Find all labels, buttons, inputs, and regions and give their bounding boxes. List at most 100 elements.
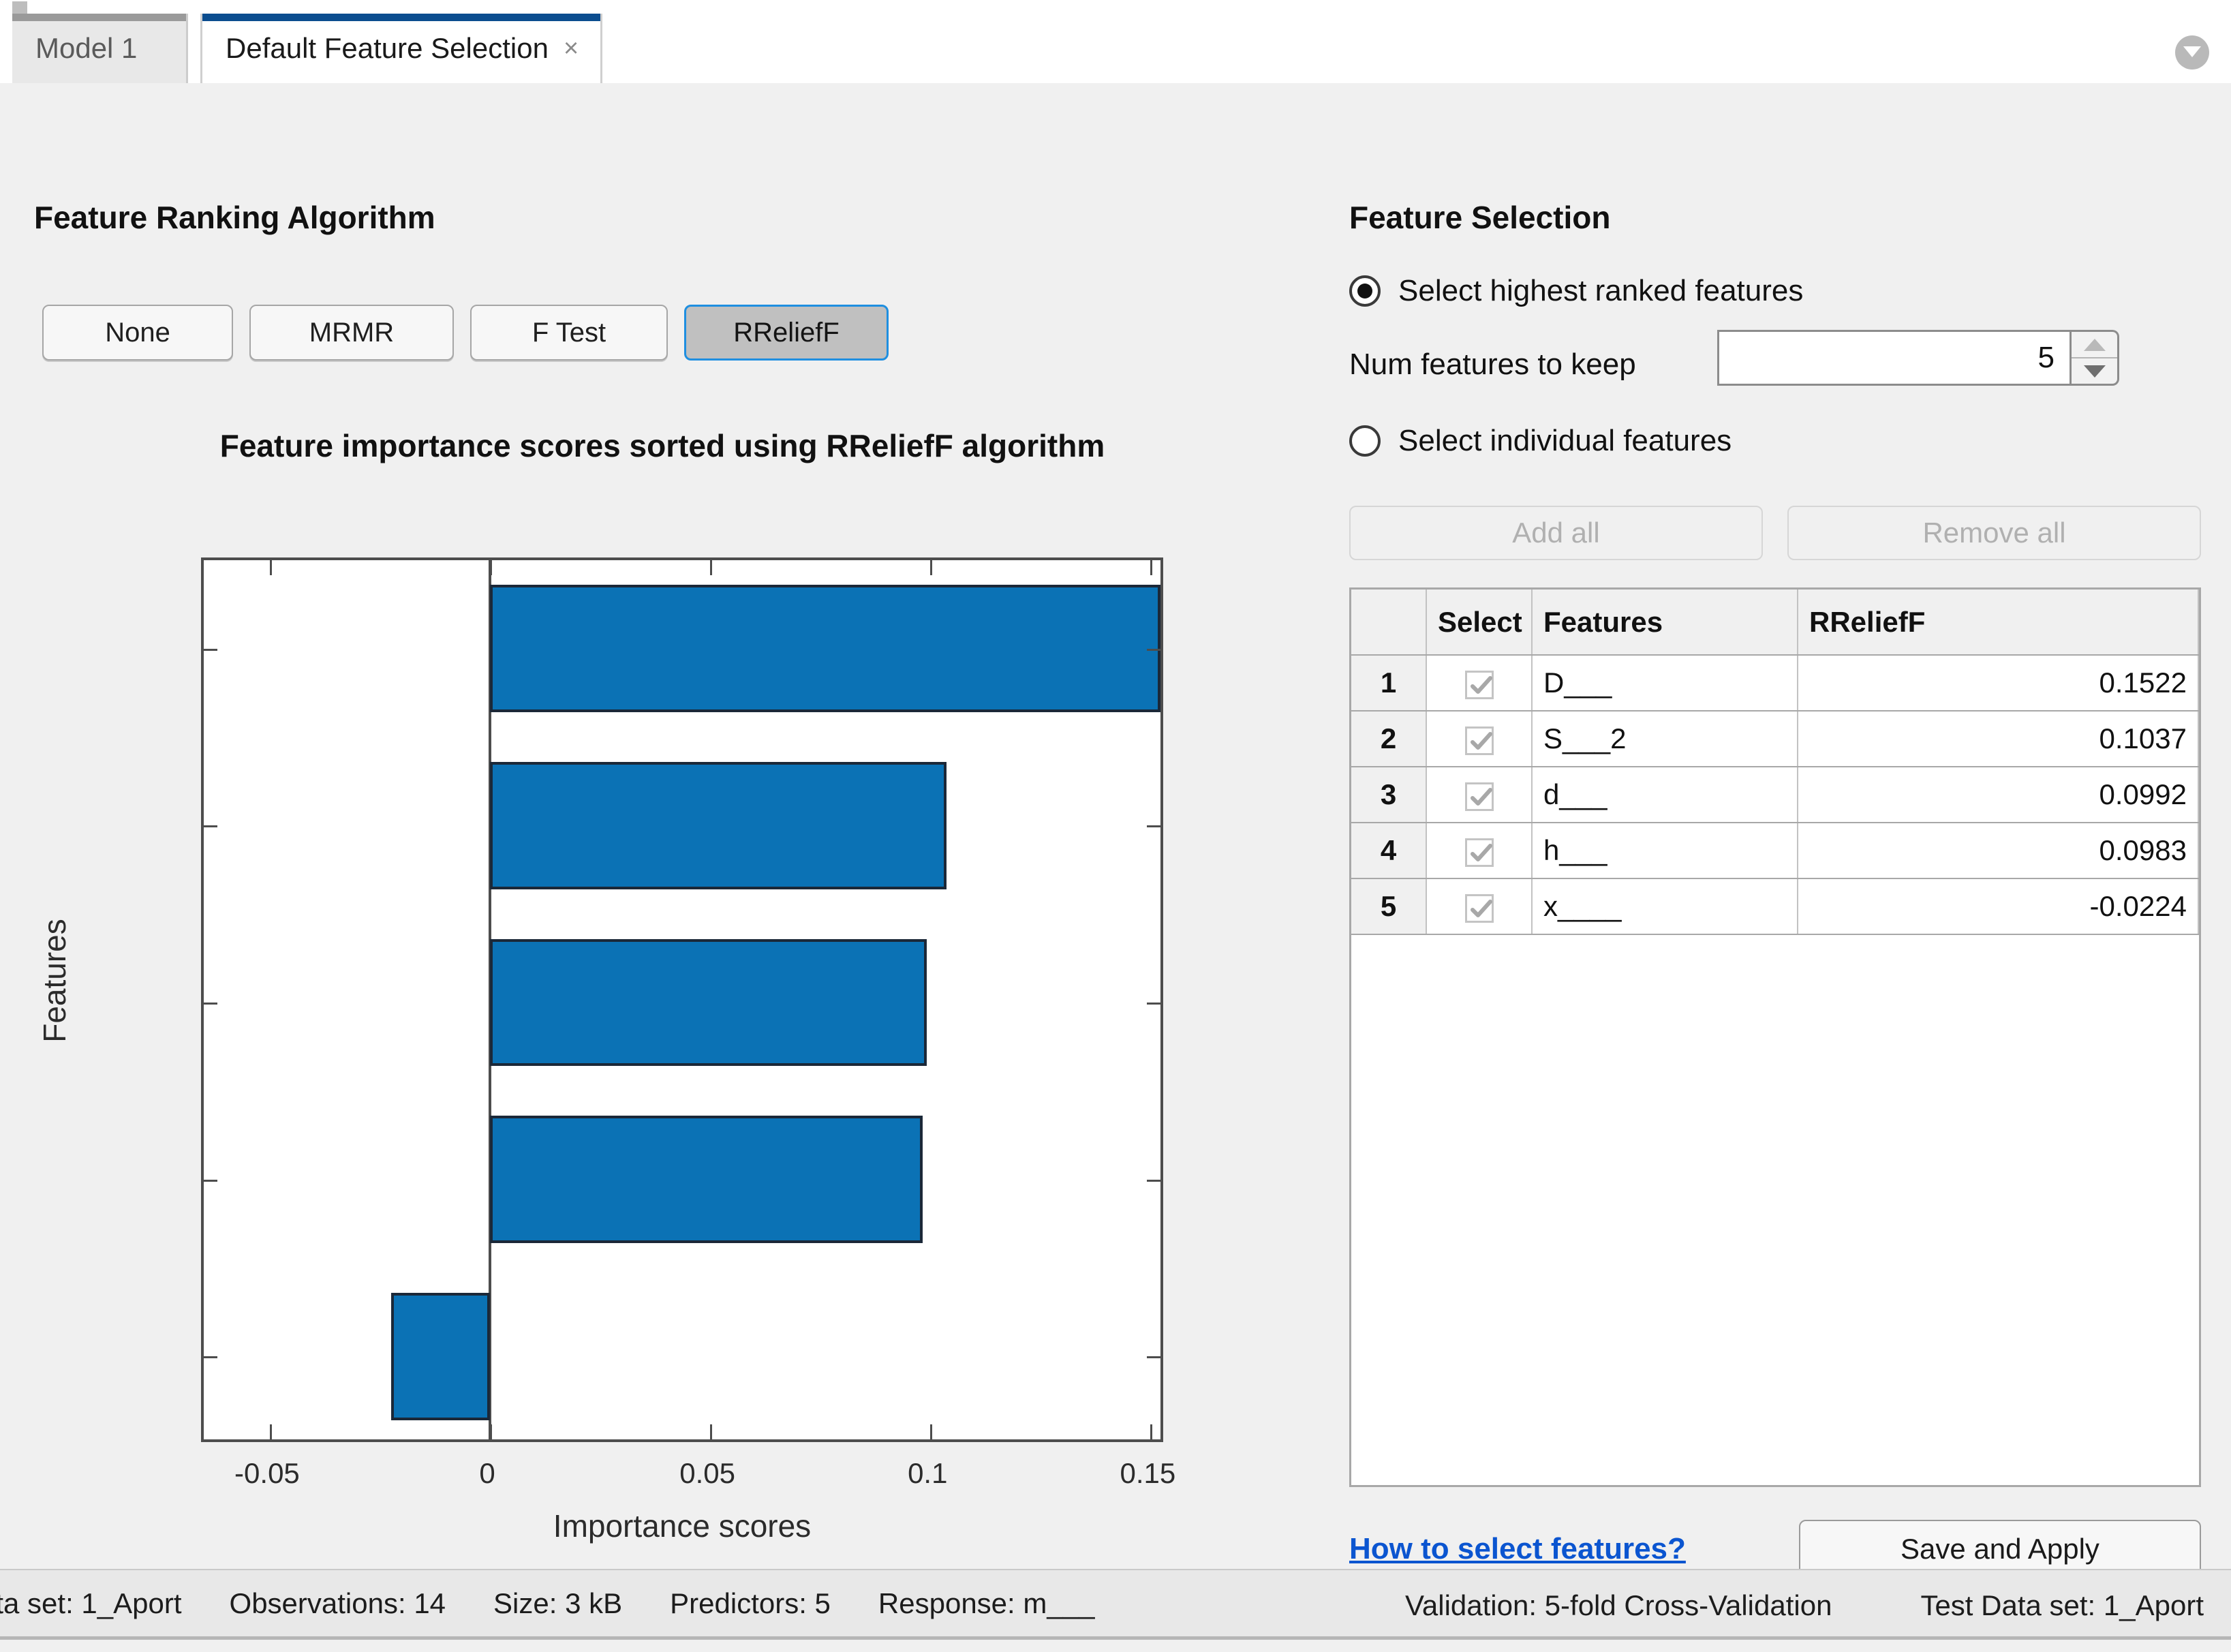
feature-selection-window: Model 1 Default Feature Selection × Feat…	[0, 0, 2231, 1652]
chart-bar	[490, 939, 927, 1067]
chart-title: Feature importance scores sorted using R…	[158, 427, 1167, 464]
radio-button-selected-icon	[1349, 275, 1381, 307]
add-remove-button-row: Add all Remove all	[1349, 506, 2201, 560]
row-checkbox[interactable]	[1465, 894, 1494, 923]
chart-x-tick	[490, 1424, 492, 1439]
feature-selection-heading: Feature Selection	[1349, 199, 1610, 236]
table-header-index	[1351, 590, 1426, 655]
tab-default-feature-selection-label: Default Feature Selection	[226, 34, 549, 63]
tab-bar-nub	[12, 1, 27, 14]
chart-x-tick-top	[710, 560, 712, 575]
table-row[interactable]: 2S___20.1037	[1351, 711, 2198, 767]
chart-y-tick	[1147, 1003, 1160, 1005]
row-feature-name: h___	[1532, 823, 1798, 878]
status-bar-right-group: Validation: 5-fold Cross-Validation Test …	[1317, 1570, 2204, 1640]
table-row[interactable]: 1 D___0.1522	[1351, 655, 2198, 711]
chart-x-tick	[930, 1424, 932, 1439]
table-header-score: RReliefF	[1798, 590, 2198, 655]
radio-select-highest-ranked-label: Select highest ranked features	[1398, 274, 1803, 308]
row-score: 0.0983	[1798, 823, 2198, 878]
row-score: 0.1522	[1798, 655, 2198, 711]
status-item: Test Data set: 1_Aport	[1920, 1589, 2204, 1622]
chart-x-tick-top	[930, 560, 932, 575]
stepper-buttons	[2072, 330, 2119, 386]
remove-all-button[interactable]: Remove all	[1787, 506, 2201, 560]
chart-bar	[490, 1116, 923, 1243]
status-item: Predictors: 5	[670, 1587, 831, 1620]
chart-y-tick	[204, 649, 217, 651]
chart-x-axis-label: Importance scores	[201, 1508, 1163, 1544]
chart-y-tick	[204, 1003, 217, 1005]
status-item: Size: 3 kB	[493, 1587, 622, 1620]
status-bar-left-group: ata set: 1_Aport Observations: 14 Size: 3 …	[0, 1587, 1142, 1620]
stepper-increment-button[interactable]	[2072, 332, 2117, 358]
add-all-button[interactable]: Add all	[1349, 506, 1763, 560]
row-select-cell[interactable]	[1426, 655, 1532, 711]
chart-x-tick-label: -0.05	[234, 1457, 300, 1490]
tab-model-1[interactable]: Model 1	[12, 14, 188, 83]
chart-x-tick	[1150, 1424, 1152, 1439]
row-select-cell[interactable]	[1426, 823, 1532, 878]
chart-x-tick-top	[490, 560, 492, 575]
table-empty-area	[1351, 934, 2198, 990]
table-row[interactable]: 4 h___0.0983	[1351, 823, 2198, 878]
table-header-row: Select Features RReliefF	[1351, 590, 2198, 655]
status-item: Response: m___	[878, 1587, 1095, 1620]
row-index: 2	[1351, 711, 1426, 767]
num-features-label: Num features to keep	[1349, 348, 1636, 382]
radio-dot	[1357, 284, 1372, 299]
chart-x-tick-top	[270, 560, 272, 575]
chart-plot-area	[201, 557, 1163, 1442]
chart-y-tick	[1147, 1180, 1160, 1182]
chart-bar	[391, 1293, 490, 1420]
status-item: ata set: 1_Aport	[0, 1587, 182, 1620]
row-feature-name: x____	[1532, 878, 1798, 934]
row-feature-name: D___	[1532, 655, 1798, 711]
row-index: 1	[1351, 655, 1426, 711]
table-header-features: Features	[1532, 590, 1798, 655]
radio-select-highest-ranked[interactable]: Select highest ranked features	[1349, 274, 1803, 308]
row-score: 0.1037	[1798, 711, 2198, 767]
chart-y-tick	[204, 825, 217, 827]
row-checkbox[interactable]	[1465, 671, 1494, 699]
row-checkbox[interactable]	[1465, 726, 1494, 755]
chart-bar	[490, 585, 1160, 712]
how-to-select-features-link[interactable]: How to select features?	[1349, 1532, 1686, 1566]
row-select-cell[interactable]	[1426, 878, 1532, 934]
radio-select-individual[interactable]: Select individual features	[1349, 424, 1732, 458]
stepper-decrement-button[interactable]	[2072, 358, 2117, 384]
status-item: Validation: 5-fold Cross-Validation	[1405, 1589, 1832, 1622]
table-row[interactable]: 3d___0.0992	[1351, 767, 2198, 823]
status-item: Observations: 14	[230, 1587, 446, 1620]
status-bar: ata set: 1_Aport Observations: 14 Size: 3 …	[0, 1569, 2231, 1640]
row-select-cell[interactable]	[1426, 711, 1532, 767]
tab-bar: Model 1 Default Feature Selection ×	[0, 0, 2231, 83]
close-icon[interactable]: ×	[564, 35, 579, 61]
table-header-select: Select	[1426, 590, 1532, 655]
num-features-input[interactable]: 5	[1717, 330, 2072, 386]
feature-selection-panel: Feature Selection Select highest ranked …	[1336, 83, 2231, 1569]
row-checkbox[interactable]	[1465, 782, 1494, 811]
tab-default-feature-selection[interactable]: Default Feature Selection ×	[200, 14, 602, 83]
chart-x-tick-label: 0.15	[1120, 1457, 1176, 1490]
feature-ranking-panel: Feature Ranking Algorithm None MRMR F Te…	[0, 83, 1336, 1569]
chart-y-tick	[1147, 649, 1160, 651]
num-features-stepper[interactable]: 5	[1717, 330, 2119, 386]
chart-x-tick	[270, 1424, 272, 1439]
radio-button-unselected-icon	[1349, 425, 1381, 457]
tab-accent-bar	[12, 14, 186, 21]
row-score: -0.0224	[1798, 878, 2198, 934]
row-select-cell[interactable]	[1426, 767, 1532, 823]
row-index: 4	[1351, 823, 1426, 878]
chart-y-axis-label: Features	[36, 844, 73, 1117]
chart-y-tick	[204, 1180, 217, 1182]
chevron-down-icon	[2084, 365, 2106, 378]
chart-bar	[490, 762, 947, 889]
row-checkbox[interactable]	[1465, 838, 1494, 867]
chevron-down-circle-icon[interactable]	[2175, 35, 2209, 70]
chevron-up-icon	[2084, 339, 2106, 351]
row-score: 0.0992	[1798, 767, 2198, 823]
tab-model-1-label: Model 1	[35, 34, 137, 63]
feature-table: Select Features RReliefF 1D___0.15222S__…	[1349, 587, 2201, 1487]
table-row[interactable]: 5x____-0.0224	[1351, 878, 2198, 934]
